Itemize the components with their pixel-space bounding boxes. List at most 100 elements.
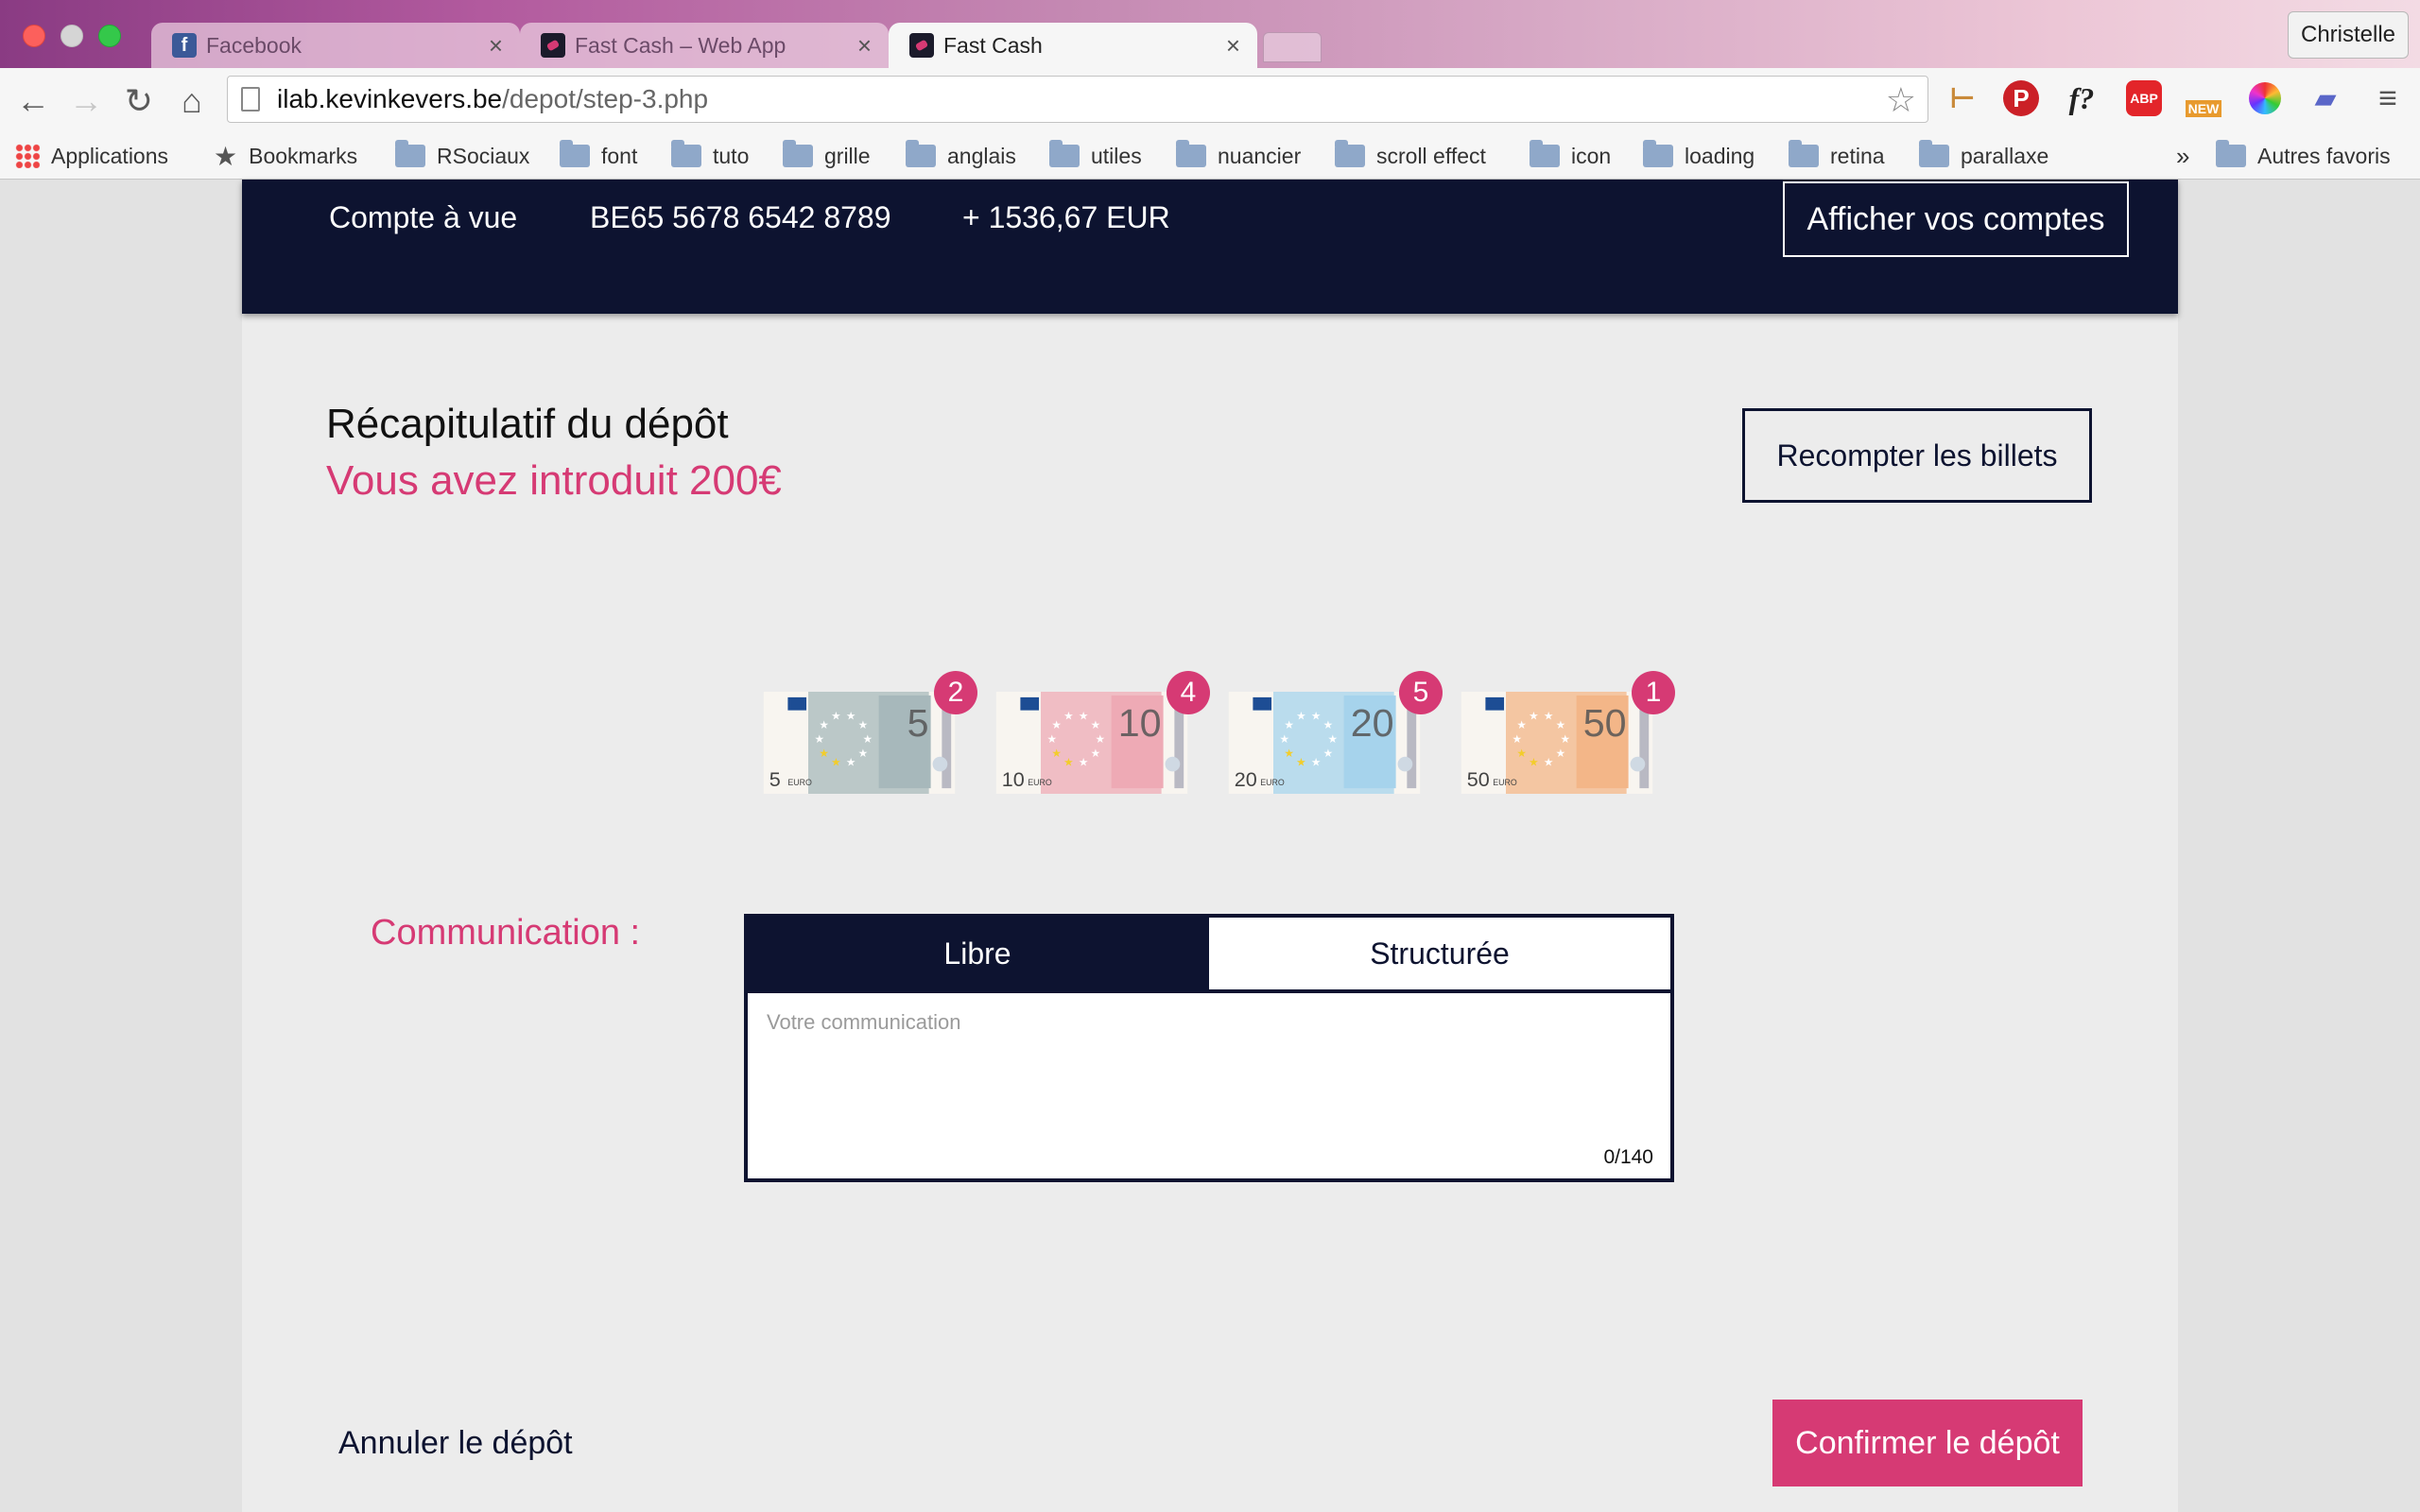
eu-star: ★: [858, 747, 869, 760]
eu-star: ★: [863, 733, 873, 746]
tab-structuree[interactable]: Structurée: [1207, 918, 1670, 989]
bookmark-folder[interactable]: tuto: [671, 134, 749, 178]
tab-libre[interactable]: Libre: [748, 918, 1207, 989]
eu-star: ★: [1311, 756, 1322, 768]
fastcash-icon: [541, 33, 565, 58]
minimize-window-button[interactable]: [60, 25, 83, 47]
other-bookmarks[interactable]: Autres favoris: [2216, 134, 2391, 178]
forward-arrow-icon[interactable]: →: [66, 81, 106, 121]
bookmark-folder[interactable]: grille: [783, 134, 871, 178]
account-iban: BE65 5678 6542 8789: [590, 200, 891, 234]
eu-star: ★: [1529, 711, 1539, 723]
page-gutter-right: [2178, 180, 2420, 1512]
bookmark-applications[interactable]: Applications: [15, 134, 168, 178]
bookmark-bookmarks[interactable]: ★ Bookmarks: [214, 134, 357, 178]
reload-icon[interactable]: ↻: [119, 81, 159, 121]
bookmark-folder[interactable]: parallaxe: [1919, 134, 2048, 178]
folder-icon: [1643, 140, 1673, 167]
eu-star: ★: [819, 747, 829, 760]
whatfont-icon[interactable]: f?: [2063, 79, 2100, 117]
communication-input[interactable]: [765, 1008, 1648, 1135]
folder-icon: [1919, 140, 1949, 167]
wooden-sign-icon[interactable]: ⊢: [1944, 79, 1981, 117]
folder-icon: [1789, 140, 1819, 167]
bookmark-star-icon[interactable]: ☆: [1886, 80, 1916, 120]
browser-tab-fastcash-webapp[interactable]: Fast Cash – Web App ×: [520, 23, 889, 68]
show-accounts-button[interactable]: Afficher vos comptes: [1783, 181, 2129, 257]
eu-star: ★: [1051, 719, 1062, 731]
banknote-currency: EURO: [1260, 778, 1285, 787]
folder-icon: [1335, 140, 1365, 167]
bookmark-folder[interactable]: loading: [1643, 134, 1754, 178]
page-gutter-left: [0, 180, 242, 1512]
new-tab-button[interactable]: [1263, 32, 1322, 62]
eu-star: ★: [1063, 756, 1074, 768]
eu-star: ★: [831, 711, 841, 723]
profile-button[interactable]: Christelle: [2288, 11, 2409, 59]
bookmark-folder[interactable]: RSociaux: [395, 134, 529, 178]
eu-star: ★: [819, 719, 829, 731]
eu-star: ★: [1556, 719, 1566, 731]
banknote-currency: EURO: [1028, 778, 1052, 787]
eu-star: ★: [846, 756, 856, 768]
pinterest-icon[interactable]: P: [2002, 79, 2040, 117]
account-type: Compte à vue: [329, 200, 518, 234]
close-tab-icon[interactable]: ×: [1226, 31, 1240, 60]
banknote-denomination-small: 20: [1235, 767, 1257, 791]
confirm-deposit-button[interactable]: Confirmer le dépôt: [1772, 1400, 2083, 1486]
folder-icon: [1176, 140, 1206, 167]
folder-icon: [560, 140, 590, 167]
bookmark-folder[interactable]: anglais: [906, 134, 1016, 178]
eu-star: ★: [1323, 747, 1334, 760]
banknote-50-euro: ★★★★★★★★ ★★ 5050 EURO: [1461, 692, 1653, 794]
eu-star: ★: [1284, 719, 1294, 731]
banknote-count-badge: 4: [1167, 671, 1210, 714]
bookmark-folder[interactable]: font: [560, 134, 637, 178]
back-arrow-icon[interactable]: ←: [13, 81, 53, 121]
bookmark-folder[interactable]: retina: [1789, 134, 1885, 178]
star-icon: ★: [214, 141, 238, 171]
page-container: [242, 180, 2178, 1512]
eu-star: ★: [1556, 747, 1566, 760]
tab-title: Fast Cash: [943, 32, 1043, 58]
new-badge-icon[interactable]: NEW: [2180, 79, 2227, 117]
eu-star: ★: [858, 719, 869, 731]
eu-star: ★: [1544, 711, 1554, 723]
bookmarks-overflow-chevron-icon[interactable]: »: [2176, 134, 2189, 178]
eu-star: ★: [815, 733, 825, 746]
zoom-window-button[interactable]: [98, 25, 121, 47]
bookmark-folder[interactable]: scroll effect: [1335, 134, 1486, 178]
banknote-currency: EURO: [787, 778, 812, 787]
browser-tab-facebook[interactable]: f Facebook ×: [151, 23, 520, 68]
folder-icon: [783, 140, 813, 167]
recount-notes-button[interactable]: Recompter les billets: [1742, 408, 2092, 503]
eu-star: ★: [1529, 756, 1539, 768]
address-bar[interactable]: ilab.kevinkevers.be/depot/step-3.php ☆: [227, 76, 1928, 123]
color-wheel-icon[interactable]: [2246, 79, 2284, 117]
eu-star: ★: [1079, 756, 1089, 768]
eu-star: ★: [1047, 733, 1058, 746]
bookmark-folder[interactable]: utiles: [1049, 134, 1142, 178]
fastcash-icon: [909, 33, 934, 58]
eu-star: ★: [1516, 747, 1527, 760]
page-icon: [241, 87, 260, 112]
eu-star: ★: [1051, 747, 1062, 760]
bookmark-folder[interactable]: icon: [1530, 134, 1611, 178]
eu-star: ★: [846, 711, 856, 723]
adblock-icon[interactable]: ABP: [2125, 79, 2163, 117]
bookmark-folder[interactable]: nuancier: [1176, 134, 1301, 178]
communication-box: Libre Structurée 0/140: [744, 914, 1674, 1182]
chat-bubble-icon[interactable]: ▰: [2307, 79, 2344, 117]
close-tab-icon[interactable]: ×: [857, 31, 872, 60]
folder-icon: [2216, 140, 2246, 167]
tab-title: Facebook: [206, 32, 302, 58]
cancel-deposit-button[interactable]: Annuler le dépôt: [338, 1425, 573, 1462]
banknote-denomination: 50: [1583, 701, 1627, 745]
menu-icon[interactable]: ≡: [2369, 79, 2407, 117]
home-icon[interactable]: ⌂: [172, 81, 212, 121]
deposit-amount-text: Vous avez introduit 200€: [326, 457, 782, 504]
browser-tab-fastcash[interactable]: Fast Cash ×: [889, 23, 1257, 68]
close-tab-icon[interactable]: ×: [489, 31, 503, 60]
banknote-count-badge: 5: [1399, 671, 1443, 714]
close-window-button[interactable]: [23, 25, 45, 47]
